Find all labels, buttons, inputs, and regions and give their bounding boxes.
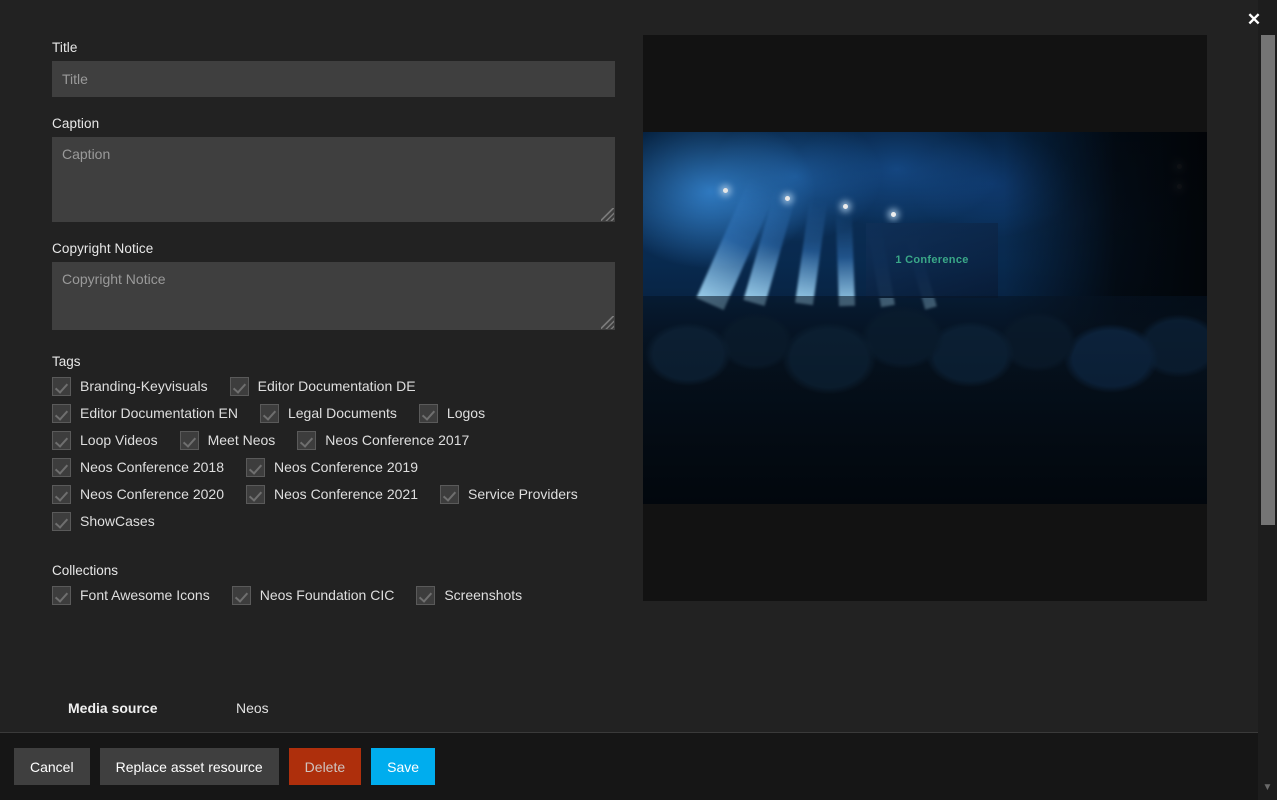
checkbox-icon[interactable]: [230, 377, 249, 396]
checkbox-icon[interactable]: [232, 586, 251, 605]
collection-item[interactable]: Font Awesome Icons: [52, 586, 210, 605]
checkbox-icon[interactable]: [52, 586, 71, 605]
asset-metadata-form: Title Caption Copyright Notice Tags: [52, 38, 615, 613]
title-field-group: Title: [52, 38, 615, 97]
tag-label: Editor Documentation DE: [258, 377, 416, 396]
chevron-down-icon[interactable]: ▼: [1258, 778, 1277, 796]
tag-label: Neos Conference 2017: [325, 431, 469, 450]
tag-label: Meet Neos: [208, 431, 276, 450]
checkbox-icon[interactable]: [416, 586, 435, 605]
tag-item[interactable]: ShowCases: [52, 512, 155, 531]
collection-label: Neos Foundation CIC: [260, 586, 395, 605]
tag-label: Legal Documents: [288, 404, 397, 423]
vertical-scrollbar[interactable]: ▼: [1258, 0, 1277, 800]
collection-label: Font Awesome Icons: [80, 586, 210, 605]
copyright-textarea-wrap: [52, 262, 615, 330]
checkbox-icon[interactable]: [52, 458, 71, 477]
tag-item[interactable]: Logos: [419, 404, 485, 423]
copyright-label: Copyright Notice: [52, 239, 615, 259]
title-input[interactable]: [52, 61, 615, 97]
collections-label: Collections: [52, 561, 615, 581]
tag-item[interactable]: Branding-Keyvisuals: [52, 377, 208, 396]
collection-item[interactable]: Screenshots: [416, 586, 522, 605]
asset-detail-dialog: ✕ Title Caption Copyright Notice: [0, 0, 1277, 800]
checkbox-icon[interactable]: [440, 485, 459, 504]
replace-asset-resource-button[interactable]: Replace asset resource: [100, 748, 279, 785]
media-source-key: Media source: [68, 700, 236, 716]
tag-label: ShowCases: [80, 512, 155, 531]
tag-label: Neos Conference 2018: [80, 458, 224, 477]
caption-field-group: Caption: [52, 114, 615, 222]
tag-item[interactable]: Neos Conference 2019: [246, 458, 418, 477]
checkbox-icon[interactable]: [297, 431, 316, 450]
media-source-value: Neos: [236, 700, 269, 716]
collections-checkbox-list: Font Awesome Icons Neos Foundation CIC Scr…: [52, 586, 627, 613]
tag-item[interactable]: Neos Conference 2020: [52, 485, 224, 504]
tag-label: Service Providers: [468, 485, 578, 504]
delete-button[interactable]: Delete: [289, 748, 361, 785]
tags-checkbox-list: Branding-Keyvisuals Editor Documentation …: [52, 377, 627, 539]
tag-item[interactable]: Editor Documentation DE: [230, 377, 416, 396]
checkbox-icon[interactable]: [419, 404, 438, 423]
tag-label: Neos Conference 2019: [274, 458, 418, 477]
copyright-textarea[interactable]: [52, 262, 615, 330]
cancel-button[interactable]: Cancel: [14, 748, 90, 785]
checkbox-icon[interactable]: [52, 431, 71, 450]
checkbox-icon[interactable]: [246, 485, 265, 504]
tag-item[interactable]: Editor Documentation EN: [52, 404, 238, 423]
caption-textarea[interactable]: [52, 137, 615, 222]
checkbox-icon[interactable]: [52, 404, 71, 423]
tag-label: Editor Documentation EN: [80, 404, 238, 423]
tag-item[interactable]: Legal Documents: [260, 404, 397, 423]
tags-group: Tags Branding-Keyvisuals Editor Documenta…: [52, 352, 615, 539]
close-icon[interactable]: ✕: [1241, 6, 1267, 32]
caption-textarea-wrap: [52, 137, 615, 222]
photo-vignette: [643, 132, 1207, 504]
tag-item[interactable]: Meet Neos: [180, 431, 276, 450]
asset-preview: 1 Conference: [643, 35, 1207, 601]
media-source-row: Media source Neos: [68, 700, 269, 716]
checkbox-icon[interactable]: [52, 485, 71, 504]
collections-group: Collections Font Awesome Icons Neos Found…: [52, 561, 615, 613]
tag-label: Neos Conference 2021: [274, 485, 418, 504]
tag-label: Branding-Keyvisuals: [80, 377, 208, 396]
tag-item[interactable]: Neos Conference 2021: [246, 485, 418, 504]
tag-item[interactable]: Loop Videos: [52, 431, 158, 450]
dialog-scroll-area[interactable]: Title Caption Copyright Notice Tags: [0, 0, 1253, 732]
tags-label: Tags: [52, 352, 615, 372]
tag-item[interactable]: Neos Conference 2017: [297, 431, 469, 450]
tag-item[interactable]: Service Providers: [440, 485, 578, 504]
caption-label: Caption: [52, 114, 615, 134]
save-button[interactable]: Save: [371, 748, 435, 785]
dialog-footer: Cancel Replace asset resource Delete Sav…: [0, 732, 1277, 800]
checkbox-icon[interactable]: [52, 512, 71, 531]
tag-label: Neos Conference 2020: [80, 485, 224, 504]
copyright-field-group: Copyright Notice: [52, 239, 615, 330]
collection-item[interactable]: Neos Foundation CIC: [232, 586, 395, 605]
title-label: Title: [52, 38, 615, 58]
checkbox-icon[interactable]: [52, 377, 71, 396]
checkbox-icon[interactable]: [246, 458, 265, 477]
scrollbar-thumb[interactable]: [1261, 35, 1275, 525]
asset-preview-image: 1 Conference: [643, 132, 1207, 504]
checkbox-icon[interactable]: [260, 404, 279, 423]
tag-item[interactable]: Neos Conference 2018: [52, 458, 224, 477]
checkbox-icon[interactable]: [180, 431, 199, 450]
collection-label: Screenshots: [444, 586, 522, 605]
tag-label: Loop Videos: [80, 431, 158, 450]
tag-label: Logos: [447, 404, 485, 423]
